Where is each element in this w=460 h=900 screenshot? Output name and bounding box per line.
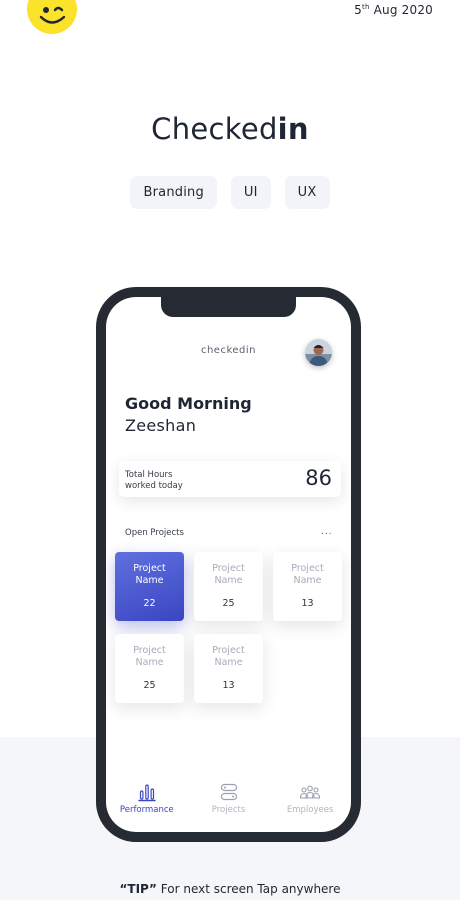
project-count: 13 (222, 680, 235, 691)
project-count: 13 (301, 598, 314, 609)
nav-item-performance[interactable]: Performance (106, 782, 188, 815)
nav-item-employees[interactable]: Employees (269, 782, 351, 815)
project-card[interactable]: Project Name 25 (194, 552, 263, 621)
bottom-nav: Performance Projects Employees (106, 782, 351, 815)
user-avatar[interactable] (305, 339, 332, 366)
total-hours-card: Total Hours worked today 86 (119, 461, 341, 497)
project-card[interactable]: Project Name 13 (273, 552, 342, 621)
phone-screen: checkedin Good Morning Zeeshan Total Hou… (106, 297, 351, 832)
phone-mockup: checkedin Good Morning Zeeshan Total Hou… (96, 287, 361, 842)
project-card[interactable]: Project Name 13 (194, 634, 263, 703)
project-count: 25 (222, 598, 235, 609)
project-name: Project Name (133, 645, 166, 668)
tag-list: Branding UI UX (0, 176, 460, 209)
project-title: Checkedin (151, 112, 309, 146)
nav-item-projects[interactable]: Projects (188, 782, 270, 815)
employees-icon (300, 785, 321, 799)
project-name: Project Name (291, 563, 324, 586)
nav-label-performance: Performance (119, 805, 174, 815)
total-hours-value: 86 (305, 466, 332, 490)
bar-chart-icon (138, 784, 156, 802)
winking-smiley-icon (27, 0, 77, 34)
tag-ux: UX (284, 176, 330, 209)
project-name: Project Name (133, 563, 166, 586)
phone-notch (161, 297, 296, 317)
more-options-icon[interactable]: ... (321, 527, 333, 537)
project-count: 22 (143, 598, 156, 609)
project-count: 25 (143, 680, 156, 691)
greeting-text: Good Morning (125, 394, 252, 413)
project-name: Project Name (212, 563, 245, 586)
project-card[interactable]: Project Name 22 (115, 552, 184, 621)
nav-label-employees: Employees (286, 805, 334, 815)
total-hours-label: Total Hours worked today (125, 470, 183, 491)
open-projects-label: Open Projects (125, 528, 184, 538)
project-grid: Project Name 22 Project Name 25 Project Nam… (115, 552, 343, 703)
tag-branding: Branding (130, 176, 217, 209)
tip-text: “TIP” For next screen Tap anywhere (119, 882, 341, 896)
project-card[interactable]: Project Name 25 (115, 634, 184, 703)
tag-ui: UI (230, 176, 271, 209)
date-label: 5th Aug 2020 (354, 3, 433, 17)
projects-icon (220, 783, 237, 801)
project-name: Project Name (212, 645, 245, 668)
nav-label-projects: Projects (211, 805, 246, 815)
user-name: Zeeshan (125, 416, 197, 435)
